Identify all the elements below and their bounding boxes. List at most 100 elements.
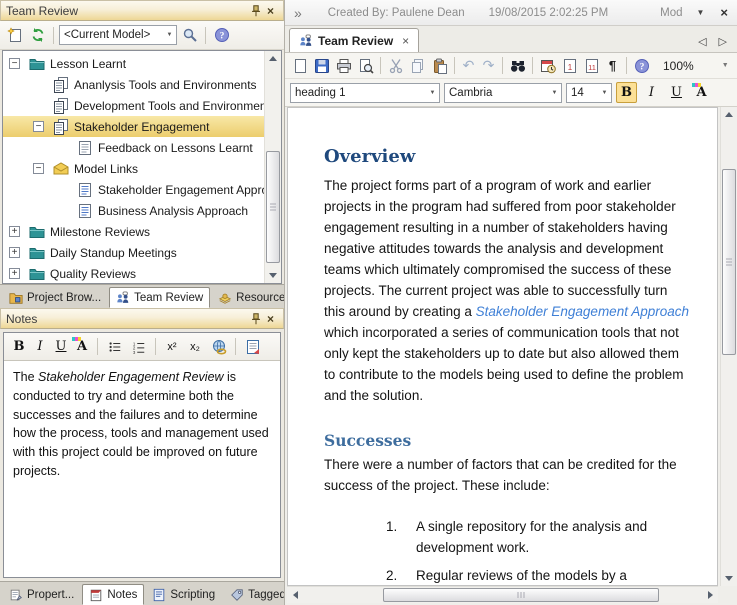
scroll-down-icon[interactable] bbox=[265, 268, 281, 283]
notes-text[interactable]: The Stakeholder Engagement Review is con… bbox=[4, 361, 280, 577]
pin-icon[interactable] bbox=[248, 311, 263, 326]
toolbar-separator bbox=[380, 57, 381, 74]
font-color-button[interactable]: A bbox=[73, 339, 91, 354]
chevron-down-icon[interactable]: ▼ bbox=[163, 26, 176, 44]
close-tab-icon[interactable]: × bbox=[402, 34, 409, 48]
tree-item-feedback-lessons[interactable]: Feedback on Lessons Learnt bbox=[3, 137, 264, 158]
scrollbar-thumb[interactable] bbox=[266, 151, 280, 263]
bullet-list-icon[interactable] bbox=[104, 336, 125, 357]
collapse-icon[interactable]: − bbox=[33, 163, 44, 174]
document-vertical-scrollbar[interactable] bbox=[720, 107, 737, 586]
chevron-down-icon[interactable]: ▼ bbox=[548, 84, 561, 102]
tree-item-analysis-tools[interactable]: Ananlysis Tools and Environments bbox=[3, 74, 264, 95]
tree-item-lesson-learnt[interactable]: − Lesson Learnt bbox=[3, 53, 264, 74]
scroll-up-icon[interactable] bbox=[265, 51, 281, 66]
scrollbar-thumb[interactable] bbox=[383, 588, 659, 602]
scroll-left-icon[interactable] bbox=[287, 587, 303, 603]
close-icon[interactable]: × bbox=[720, 5, 728, 20]
tree-item-stakeholder-engagement[interactable]: − Stakeholder Engagement bbox=[3, 116, 264, 137]
italic-button[interactable]: I bbox=[31, 339, 49, 354]
document-icon bbox=[77, 140, 93, 156]
tab-team-review[interactable]: Team Review bbox=[109, 287, 210, 308]
font-select[interactable]: Cambria ▼ bbox=[444, 83, 562, 103]
undo-icon[interactable]: ↶ bbox=[459, 57, 478, 74]
tree-item-stakeholder-approach[interactable]: Stakeholder Engagement Approach bbox=[3, 179, 264, 200]
created-by-label: Created By: Paulene Dean bbox=[328, 7, 465, 19]
scroll-down-icon[interactable] bbox=[721, 571, 737, 586]
scroll-right-icon[interactable] bbox=[702, 587, 718, 603]
paste-icon[interactable] bbox=[429, 55, 450, 76]
find-icon[interactable] bbox=[507, 55, 528, 76]
save-icon[interactable] bbox=[311, 55, 332, 76]
hyperlink-icon[interactable] bbox=[208, 336, 229, 357]
refresh-icon[interactable] bbox=[27, 25, 48, 46]
tab-tagged-values[interactable]: Tagged... bbox=[223, 584, 284, 605]
underline-button[interactable]: U bbox=[52, 339, 70, 354]
chevron-down-icon[interactable]: ▼ bbox=[722, 62, 729, 69]
collapse-icon[interactable]: − bbox=[9, 58, 20, 69]
nav-left-icon[interactable]: ◁ bbox=[698, 35, 706, 48]
document-horizontal-scrollbar[interactable] bbox=[287, 586, 718, 603]
search-icon[interactable] bbox=[179, 25, 200, 46]
pin-icon[interactable] bbox=[248, 3, 263, 18]
help-icon[interactable] bbox=[211, 25, 232, 46]
font-color-button[interactable]: A bbox=[691, 82, 712, 103]
close-icon[interactable]: × bbox=[263, 311, 278, 326]
model-selector[interactable]: <Current Model> ▼ bbox=[59, 25, 177, 45]
tree-item-milestone-reviews[interactable]: + Milestone Reviews bbox=[3, 221, 264, 242]
italic-button[interactable]: I bbox=[641, 82, 662, 103]
tree-item-daily-standup[interactable]: + Daily Standup Meetings bbox=[3, 242, 264, 263]
notes-editor: B I U A x² x₂ The Stakeholder Engagement… bbox=[3, 332, 281, 578]
tab-project-browser[interactable]: Project Brow... bbox=[2, 287, 108, 308]
nav-right-icon[interactable]: ▷ bbox=[719, 35, 727, 48]
chevron-down-icon[interactable]: ▼ bbox=[426, 84, 439, 102]
chevron-double-icon[interactable]: » bbox=[294, 5, 302, 21]
help-icon[interactable] bbox=[631, 55, 652, 76]
redo-icon[interactable]: ↷ bbox=[479, 57, 498, 74]
cut-icon[interactable] bbox=[385, 55, 406, 76]
bold-button[interactable]: B bbox=[10, 339, 28, 354]
scroll-up-icon[interactable] bbox=[721, 107, 737, 122]
new-document-icon[interactable] bbox=[289, 55, 310, 76]
expand-icon[interactable]: + bbox=[9, 268, 20, 279]
insert-document-icon[interactable] bbox=[242, 336, 263, 357]
zoom-select[interactable]: 100% ▼ bbox=[657, 59, 729, 73]
document-page[interactable]: Overview The project forms part of a pro… bbox=[287, 107, 718, 586]
bold-button[interactable]: B bbox=[616, 82, 637, 103]
numbered-list-icon[interactable] bbox=[128, 336, 149, 357]
tab-scripting[interactable]: Scripting bbox=[145, 584, 222, 605]
tree-item-quality-reviews[interactable]: + Quality Reviews bbox=[3, 263, 264, 283]
new-post-icon[interactable] bbox=[4, 25, 25, 46]
insert-date-icon[interactable] bbox=[537, 55, 558, 76]
tree-item-model-links[interactable]: − Model Links bbox=[3, 158, 264, 179]
tree-item-development-tools[interactable]: Development Tools and Environments bbox=[3, 95, 264, 116]
print-preview-icon[interactable] bbox=[355, 55, 376, 76]
copy-icon[interactable] bbox=[407, 55, 428, 76]
print-icon[interactable] bbox=[333, 55, 354, 76]
close-icon[interactable]: × bbox=[263, 3, 278, 18]
tab-team-review-document[interactable]: Team Review × bbox=[289, 28, 419, 52]
stakeholder-approach-link[interactable]: Stakeholder Engagement Approach bbox=[476, 304, 689, 319]
collapse-icon[interactable]: − bbox=[33, 121, 44, 132]
tree-item-business-analysis[interactable]: Business Analysis Approach bbox=[3, 200, 264, 221]
tree-scrollbar[interactable] bbox=[264, 51, 281, 283]
paragraph-marks-icon[interactable]: ¶ bbox=[603, 58, 622, 73]
subscript-button[interactable]: x₂ bbox=[185, 341, 205, 353]
scrollbar-thumb[interactable] bbox=[722, 169, 736, 355]
toolbar-separator bbox=[155, 338, 156, 355]
folder-icon bbox=[29, 266, 45, 282]
expand-icon[interactable]: + bbox=[9, 226, 20, 237]
model-links-icon bbox=[53, 161, 69, 177]
superscript-button[interactable]: x² bbox=[162, 341, 182, 353]
chevron-down-icon[interactable]: ▼ bbox=[696, 8, 704, 17]
font-size-select[interactable]: 14 ▼ bbox=[566, 83, 612, 103]
insert-page-number-icon[interactable] bbox=[559, 55, 580, 76]
insert-page-count-icon[interactable] bbox=[581, 55, 602, 76]
tab-properties[interactable]: Propert... bbox=[2, 584, 81, 605]
underline-button[interactable]: U bbox=[666, 82, 687, 103]
chevron-down-icon[interactable]: ▼ bbox=[598, 84, 611, 102]
expand-icon[interactable]: + bbox=[9, 247, 20, 258]
style-select[interactable]: heading 1 ▼ bbox=[290, 83, 440, 103]
tab-resources[interactable]: Resources bbox=[211, 287, 284, 308]
tab-notes[interactable]: Notes bbox=[82, 584, 144, 605]
